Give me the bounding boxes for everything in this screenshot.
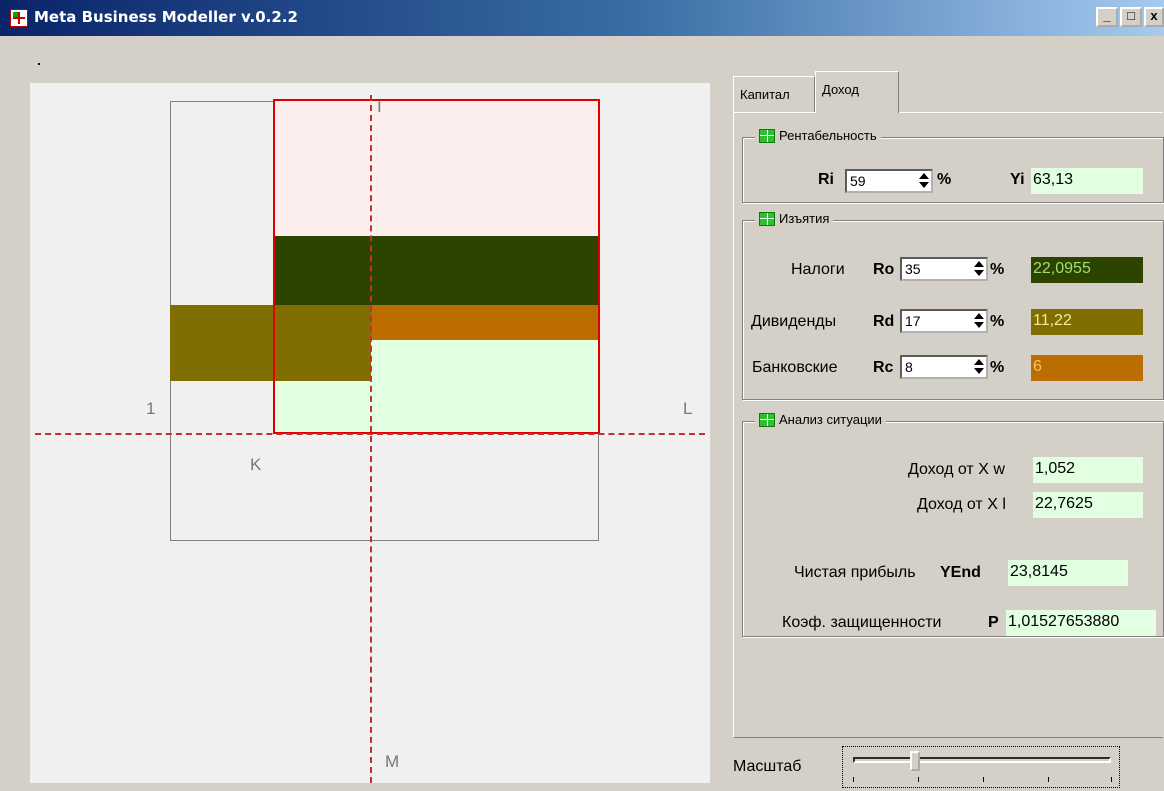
bank-result: 6 — [1031, 355, 1143, 381]
net-profit-value: 23,8145 — [1008, 560, 1128, 586]
rc-spinner[interactable]: 8 — [900, 355, 988, 379]
net-profit-label: Чистая прибыль — [794, 564, 916, 581]
maximize-button[interactable]: □ — [1120, 7, 1142, 27]
income-xw-label: Доход от X w — [908, 461, 1005, 478]
security-label: Коэф. защищенности — [782, 614, 942, 631]
vertical-axis — [370, 95, 372, 783]
ri-percent: % — [937, 171, 952, 188]
axis-label-i: I — [377, 97, 382, 116]
scale-thumb[interactable] — [910, 751, 920, 771]
rc-label: Rc — [873, 359, 894, 376]
menu-dot — [38, 63, 40, 65]
grid-icon — [759, 211, 775, 226]
tab-capital[interactable]: Капитал — [733, 76, 815, 112]
grid-icon — [759, 128, 775, 143]
app-icon — [10, 9, 28, 27]
tab-income[interactable]: Доход — [815, 71, 899, 113]
ri-value[interactable]: 59 — [850, 173, 866, 189]
ro-label: Ro — [873, 261, 895, 278]
scale-tick — [1048, 777, 1049, 782]
yend-label: YEnd — [940, 564, 981, 581]
ro-percent: % — [990, 261, 1005, 278]
scale-tick — [1111, 777, 1112, 782]
taxes-label: Налоги — [791, 261, 845, 278]
income-xw-value: 1,052 — [1033, 457, 1143, 483]
income-xl-label: Доход от X l — [917, 496, 1006, 513]
rc-value[interactable]: 8 — [905, 359, 913, 375]
ri-label: Ri — [818, 171, 834, 188]
yi-value: 63,13 — [1031, 168, 1143, 194]
bank-label: Банковские — [752, 359, 838, 376]
group-withdrawals-title: Изъятия — [779, 211, 830, 226]
axis-label-1: 1 — [146, 399, 156, 418]
model-canvas[interactable]: I 1 L K M — [30, 83, 710, 783]
rd-label: Rd — [873, 313, 895, 330]
dividends-label: Дивиденды — [751, 313, 837, 330]
ri-spinner[interactable]: 59 — [845, 169, 933, 193]
scale-track[interactable] — [853, 757, 1111, 763]
ri-spin-buttons[interactable] — [915, 171, 931, 191]
minimize-button[interactable]: _ — [1096, 7, 1118, 27]
dividends-result: 11,22 — [1031, 309, 1143, 335]
p-label: P — [988, 614, 999, 631]
taxes-result: 22,0955 — [1031, 257, 1143, 283]
scale-tick — [918, 777, 919, 782]
ro-spinner[interactable]: 35 — [900, 257, 988, 281]
scale-label: Масштаб — [733, 758, 802, 775]
grid-icon — [759, 412, 775, 427]
rd-spinner[interactable]: 17 — [900, 309, 988, 333]
yi-label: Yi — [1010, 171, 1025, 188]
scale-tick — [983, 777, 984, 782]
income-xl-value: 22,7625 — [1033, 492, 1143, 518]
ro-spin-buttons[interactable] — [970, 259, 986, 279]
axis-label-m: M — [385, 752, 400, 771]
group-profitability-title: Рентабельность — [779, 128, 877, 143]
rd-percent: % — [990, 313, 1005, 330]
rc-spin-buttons[interactable] — [970, 357, 986, 377]
close-button[interactable]: x — [1144, 7, 1164, 27]
axis-label-l: L — [683, 399, 693, 418]
rc-percent: % — [990, 359, 1005, 376]
rd-spin-buttons[interactable] — [970, 311, 986, 331]
rd-value[interactable]: 17 — [905, 313, 921, 329]
title-bar: Meta Business Modeller v.0.2.2 _ □ x — [0, 0, 1164, 36]
security-value: 1,01527653880 — [1006, 610, 1156, 636]
window-title: Meta Business Modeller v.0.2.2 — [34, 8, 298, 26]
ro-value[interactable]: 35 — [905, 261, 921, 277]
group-analysis: Анализ ситуации — [742, 412, 1164, 637]
axis-label-k: K — [250, 455, 262, 474]
income-red-frame[interactable] — [273, 99, 600, 434]
scale-slider[interactable] — [842, 746, 1120, 788]
scale-tick — [853, 777, 854, 782]
group-analysis-title: Анализ ситуации — [779, 412, 882, 427]
